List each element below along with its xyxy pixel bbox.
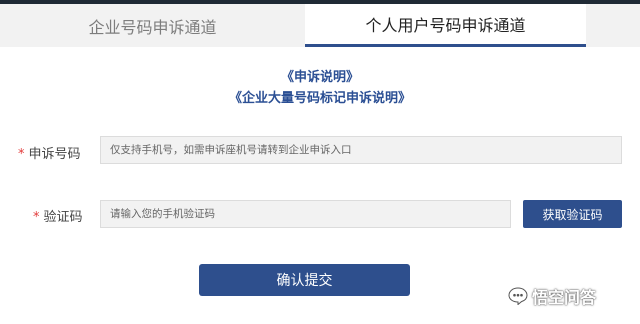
chat-bubble-icon: [508, 287, 528, 305]
required-mark: *: [18, 147, 25, 162]
code-label-text: 验证码: [43, 210, 83, 225]
get-code-button[interactable]: 获取验证码: [523, 200, 622, 228]
phone-label: * 申诉号码: [18, 143, 81, 162]
code-label: * 验证码: [33, 206, 83, 225]
appeal-tabs: 企业号码申诉通道 个人用户号码申诉通道: [0, 4, 640, 47]
submit-button[interactable]: 确认提交: [199, 264, 410, 296]
enterprise-bulk-notes-link[interactable]: 《企业大量号码标记申诉说明》: [0, 87, 640, 106]
required-mark: *: [33, 210, 40, 225]
tabs-filler: [586, 4, 640, 47]
appeal-notes-link[interactable]: 《申诉说明》: [0, 66, 640, 85]
tab-personal-appeal[interactable]: 个人用户号码申诉通道: [305, 4, 586, 47]
tab-enterprise-appeal[interactable]: 企业号码申诉通道: [0, 4, 305, 47]
watermark: 悟空问答: [508, 284, 596, 308]
watermark-text: 悟空问答: [532, 288, 597, 307]
phone-label-text: 申诉号码: [28, 147, 81, 162]
verification-code-input[interactable]: [100, 200, 511, 228]
phone-input[interactable]: [100, 136, 622, 164]
